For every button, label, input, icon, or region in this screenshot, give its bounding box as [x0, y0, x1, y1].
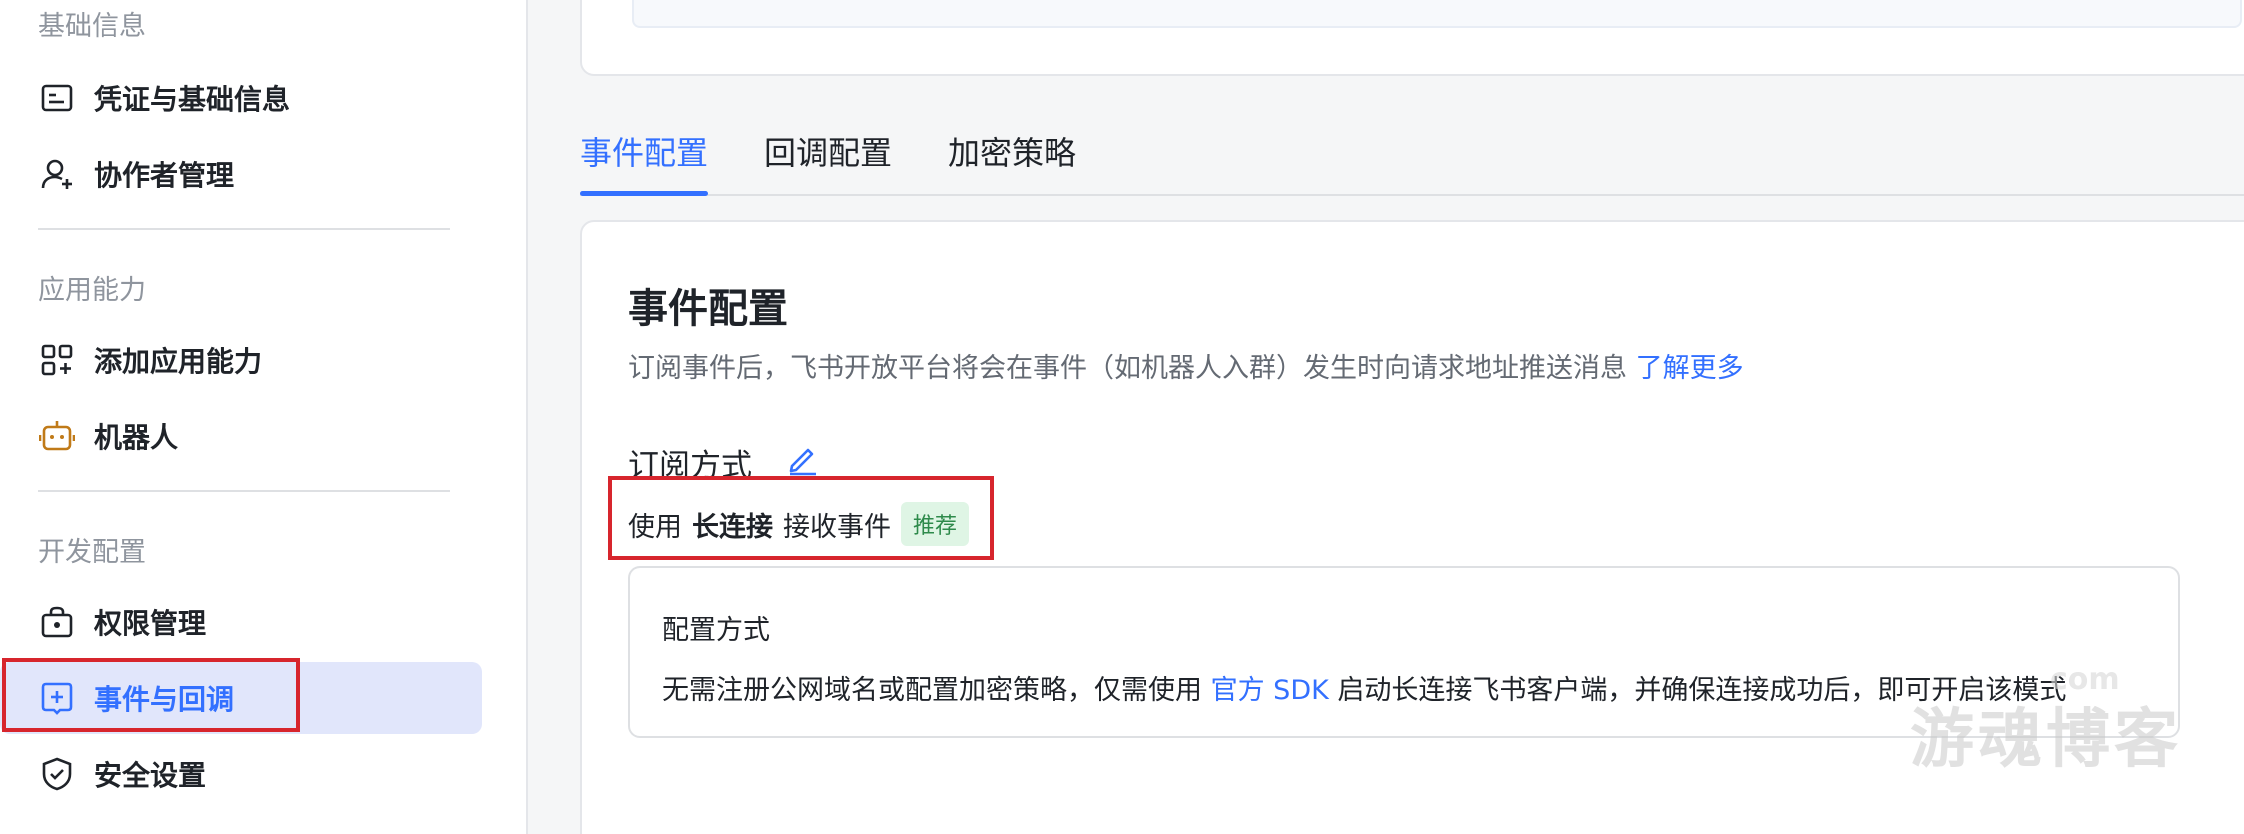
sidebar-divider — [38, 490, 450, 492]
sidebar-item-credentials[interactable]: 凭证与基础信息 — [0, 62, 482, 134]
sidebar-item-security[interactable]: 安全设置 — [0, 738, 482, 810]
highlight-box-sidebar — [2, 658, 300, 732]
sidebar-item-permissions[interactable]: 权限管理 — [0, 586, 482, 658]
previous-card — [580, 0, 2244, 76]
sidebar-item-collaborators[interactable]: 协作者管理 — [0, 138, 482, 210]
sidebar-divider — [38, 228, 450, 230]
tab-active-indicator — [580, 191, 708, 196]
sidebar-item-label: 机器人 — [94, 421, 179, 454]
sidebar-item-label: 凭证与基础信息 — [94, 83, 291, 116]
edit-icon[interactable] — [786, 442, 820, 476]
sidebar-item-label: 添加应用能力 — [94, 345, 263, 378]
tab-encryption-policy[interactable]: 加密策略 — [948, 128, 1076, 174]
learn-more-link[interactable]: 了解更多 — [1636, 353, 1744, 384]
group-title-basic: 基础信息 — [38, 11, 146, 42]
sidebar-item-label: 安全设置 — [94, 759, 207, 792]
config-method-text: 无需注册公网域名或配置加密策略，仅需使用 官方 SDK 启动长连接飞书客户端，并… — [662, 668, 2066, 707]
config-method-title: 配置方式 — [662, 615, 770, 646]
group-title-capabilities: 应用能力 — [38, 275, 146, 306]
tab-bar: 事件配置 回调配置 加密策略 — [580, 116, 2244, 196]
group-title-dev-config: 开发配置 — [38, 537, 146, 568]
sidebar-item-add-capability[interactable]: 添加应用能力 — [0, 324, 482, 396]
user-add-icon — [38, 155, 76, 193]
highlight-box-method — [608, 476, 994, 560]
page-title: 事件配置 — [628, 286, 788, 332]
tab-callback-config[interactable]: 回调配置 — [764, 128, 892, 174]
shield-icon — [38, 755, 76, 793]
robot-icon — [38, 417, 76, 455]
permission-icon — [38, 603, 76, 641]
watermark: 游魂博客 — [1910, 702, 2182, 777]
sidebar-item-label: 协作者管理 — [94, 159, 235, 192]
config-text-before: 无需注册公网域名或配置加密策略，仅需使用 — [662, 675, 1202, 706]
previous-card-field — [632, 0, 2242, 28]
tab-event-config[interactable]: 事件配置 — [580, 128, 708, 174]
app-grid-icon — [38, 341, 76, 379]
official-sdk-link[interactable]: 官方 SDK — [1211, 675, 1329, 706]
description-text: 订阅事件后，飞书开放平台将会在事件（如机器人入群）发生时向请求地址推送消息 — [628, 353, 1627, 384]
sidebar-item-label: 权限管理 — [94, 607, 207, 640]
credential-icon — [38, 79, 76, 117]
sidebar-item-robot[interactable]: 机器人 — [0, 400, 482, 472]
page-description: 订阅事件后，飞书开放平台将会在事件（如机器人入群）发生时向请求地址推送消息 了解… — [628, 346, 1744, 385]
